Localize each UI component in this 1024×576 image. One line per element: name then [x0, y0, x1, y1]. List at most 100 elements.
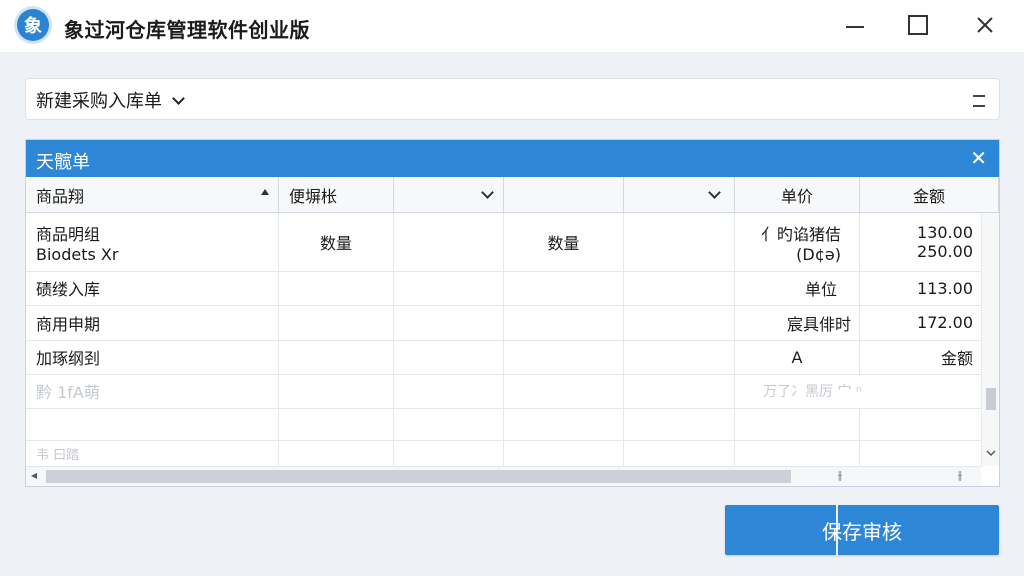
table-row[interactable] [26, 408, 981, 441]
minimize-button[interactable] [838, 10, 872, 40]
table-cell[interactable] [394, 213, 504, 271]
table-cell[interactable] [394, 340, 504, 374]
amount-value: 130.00 [917, 223, 973, 242]
unit-label: 单位 [804, 280, 837, 299]
table-row[interactable]: 商品明组 Biodets Xr 数量 数量 亻旳谄猪佶 (D¢ə) 130.00… [26, 213, 981, 272]
column-header-4[interactable] [504, 177, 624, 213]
table-cell[interactable] [504, 271, 624, 305]
quantity-cell[interactable]: 数量 [279, 213, 394, 271]
amount-value: 172.00 [917, 313, 973, 332]
table-cell[interactable] [279, 271, 394, 305]
product-name: 黔 1fA萌 [36, 383, 100, 402]
table-cell[interactable] [504, 305, 624, 340]
unit-price-cell[interactable]: 宸具俳时 [735, 305, 860, 340]
minimize-icon [846, 26, 864, 28]
unit-price-cell[interactable]: A [735, 340, 860, 374]
unit-price-cell[interactable]: 单位 [735, 271, 860, 305]
column-header-2[interactable]: 便塀枨 [279, 177, 394, 213]
product-cell[interactable]: 韦 曰踏 [26, 440, 279, 466]
column-header-5[interactable] [624, 177, 735, 213]
table-cell[interactable] [26, 408, 279, 440]
panel-title: 天髋单 [36, 152, 90, 173]
panel-header: 天髋单 ✕ [26, 140, 999, 177]
product-cell[interactable]: 加琢纲刭 [26, 340, 279, 374]
column-header-unit-price[interactable]: 单价 [735, 177, 860, 213]
save-and-audit-button[interactable]: 保存审核 [725, 505, 999, 555]
table-cell[interactable] [624, 440, 735, 466]
horizontal-scrollbar[interactable]: ◂ ⫲ ⫲ [26, 466, 981, 486]
table-cell[interactable] [504, 374, 624, 408]
hamburger-icon[interactable] [973, 95, 985, 107]
unit-price-line: 万了冫黑厉 宀 ⁿ [763, 384, 862, 400]
table-cell[interactable] [394, 440, 504, 466]
column-header-label: 金额 [912, 186, 945, 206]
table-row[interactable]: 加琢纲刭 A 金额 [26, 340, 981, 375]
table-cell[interactable] [735, 440, 860, 466]
column-header-3[interactable] [394, 177, 504, 213]
doc-type-dropdown[interactable]: 新建采购入库单 [36, 87, 185, 113]
table-cell[interactable] [504, 408, 624, 440]
unit-price-cell[interactable]: 亻旳谄猪佶 (D¢ə) [735, 213, 860, 271]
table-row[interactable]: 商用申期 宸具俳时 172.00 [26, 305, 981, 341]
document-toolbar: 新建采购入库单 [25, 78, 1000, 120]
table-cell[interactable] [394, 271, 504, 305]
table-cell[interactable] [624, 213, 735, 271]
table-cell[interactable] [860, 408, 981, 440]
table-cell[interactable] [860, 440, 981, 466]
product-cell[interactable]: 商品明组 Biodets Xr [26, 213, 279, 271]
horizontal-scroll-thumb[interactable] [46, 470, 791, 483]
vertical-scroll-thumb[interactable] [986, 388, 996, 410]
table-row[interactable]: 黔 1fA萌 万了冫黑厉 宀 ⁿ [26, 374, 981, 409]
column-resize-icon[interactable]: ⫲ [838, 468, 842, 483]
column-header-amount[interactable]: 金额 [860, 177, 999, 213]
amount-value: 金额 [940, 349, 973, 368]
table-row[interactable]: 韦 曰踏 [26, 440, 981, 466]
maximize-button[interactable] [901, 10, 935, 40]
table-cell[interactable] [504, 440, 624, 466]
unit-price-line: 亻旳谄猪佶 [760, 224, 841, 244]
chevron-down-icon[interactable] [481, 186, 494, 199]
table-cell[interactable] [279, 340, 394, 374]
chevron-down-icon[interactable] [708, 186, 721, 199]
scroll-down-icon[interactable] [986, 449, 996, 457]
column-header-label: 单价 [780, 186, 813, 206]
app-logo-icon: 象 [17, 9, 49, 41]
table-cell[interactable] [279, 408, 394, 440]
table-row[interactable]: 碛缕入库 单位 113.00 [26, 271, 981, 306]
amount-cell[interactable]: 130.00 250.00 [860, 213, 981, 271]
column-header-label: 便塀枨 [289, 186, 338, 206]
product-name: 加琢纲刭 [36, 349, 101, 368]
table-cell[interactable] [394, 374, 504, 408]
unit-price-line: (D¢ə) [796, 244, 841, 264]
amount-cell[interactable]: 172.00 [860, 305, 981, 340]
close-window-button[interactable] [968, 10, 1002, 40]
table-cell[interactable] [735, 408, 860, 440]
window-title: 象过河仓库管理软件创业版 [64, 18, 310, 42]
table-cell[interactable] [624, 305, 735, 340]
product-cell[interactable]: 碛缕入库 [26, 271, 279, 305]
table-cell[interactable] [624, 374, 735, 408]
product-cell[interactable]: 商用申期 [26, 305, 279, 340]
sort-ascending-icon[interactable] [261, 189, 269, 195]
table-cell[interactable] [279, 440, 394, 466]
table-cell[interactable] [279, 374, 394, 408]
product-cell[interactable]: 黔 1fA萌 [26, 374, 279, 408]
table-cell[interactable] [394, 408, 504, 440]
amount-value: 113.00 [917, 278, 973, 298]
table-cell[interactable] [624, 271, 735, 305]
scroll-left-icon[interactable]: ◂ [31, 468, 37, 482]
table-cell[interactable] [504, 340, 624, 374]
table-cell[interactable] [279, 305, 394, 340]
amount-cell[interactable]: 金额 [860, 340, 981, 374]
column-header-product[interactable]: 商品翔 [26, 177, 279, 213]
close-icon [977, 17, 993, 33]
table-cell[interactable] [624, 408, 735, 440]
amount-cell[interactable]: 113.00 [860, 271, 981, 305]
vertical-scrollbar[interactable] [981, 213, 999, 466]
quantity-cell[interactable]: 数量 [504, 213, 624, 271]
column-resize-icon[interactable]: ⫲ [958, 468, 962, 483]
unit-price-cell[interactable]: 万了冫黑厉 宀 ⁿ [735, 374, 981, 408]
panel-close-icon[interactable]: ✕ [970, 146, 987, 170]
table-cell[interactable] [624, 340, 735, 374]
table-cell[interactable] [394, 305, 504, 340]
